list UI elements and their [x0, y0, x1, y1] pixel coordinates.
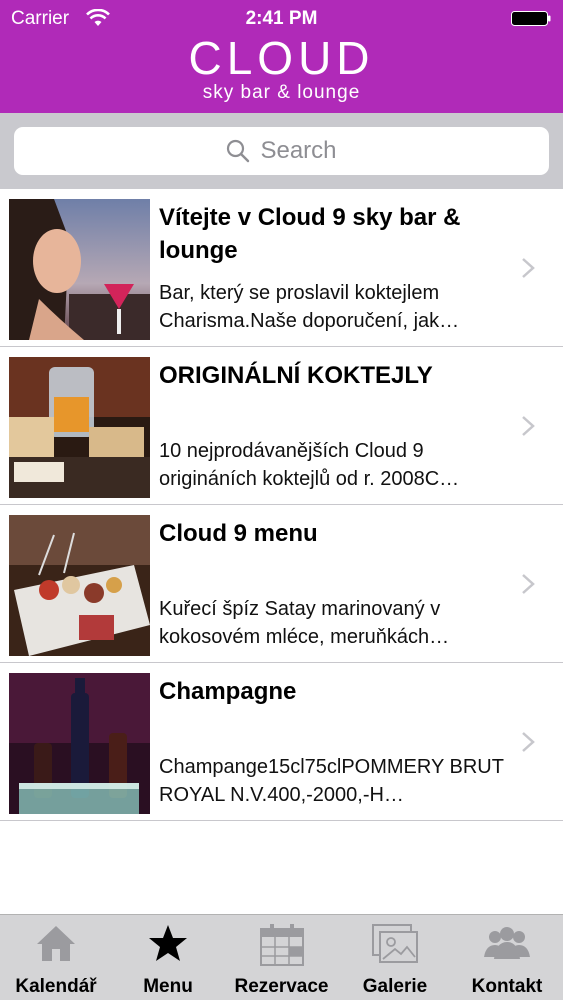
thumbnail-cocktails-table: [9, 357, 150, 498]
chevron-right-icon: [522, 258, 535, 278]
list-item[interactable]: ORIGINÁLNÍ KOKTEJLY 10 nejprodávanějších…: [0, 347, 563, 505]
chevron-right-icon: [522, 574, 535, 594]
thumbnail-food-skewers: [9, 515, 150, 656]
list-item-title: Champagne: [159, 678, 297, 705]
home-icon: [37, 926, 75, 961]
tab-label: Galerie: [362, 976, 428, 997]
list-item[interactable]: Champagne Champange15cl75clPOMMERY BRUT …: [0, 663, 563, 821]
cloud-logo: CLOUD sky bar & lounge: [0, 32, 563, 104]
tab-bar: Kalendář Menu Rezervace Galerie Kontakt: [0, 914, 563, 1000]
search-input[interactable]: Search: [14, 127, 549, 175]
list-item-description: Champange15cl75clPOMMERY BRUT ROYAL N.V.…: [159, 756, 504, 806]
star-icon: [149, 925, 187, 961]
battery-icon: [511, 11, 551, 26]
tab-label: Kontakt: [471, 976, 543, 997]
thumbnail-champagne-bottles: [9, 673, 150, 814]
app-header: Carrier 2:41 PM CLOUD sky bar & lounge: [0, 0, 563, 113]
list-item-title: ORIGINÁLNÍ KOKTEJLY: [159, 362, 433, 389]
logo-wordmark: CLOUD: [188, 32, 375, 84]
list-item[interactable]: Cloud 9 menu Kuřecí špíz Satay marinovan…: [0, 505, 563, 663]
list-item-description: Kuřecí špíz Satay marinovaný v kokosovém…: [159, 598, 450, 648]
tab-kontakt[interactable]: Kontakt: [451, 915, 563, 1000]
thumbnail-woman-cocktail: [9, 199, 150, 340]
tab-label: Kalendář: [15, 976, 97, 997]
search-bar-area: Search: [0, 113, 563, 189]
tab-kalendar[interactable]: Kalendář: [0, 915, 112, 1000]
chevron-right-icon: [522, 732, 535, 752]
calendar-icon: [259, 924, 304, 966]
list-item[interactable]: Vítejte v Cloud 9 sky bar & lounge Bar, …: [0, 189, 563, 347]
list-item-title: Vítejte v Cloud 9 sky bar & lounge: [159, 204, 461, 264]
search-icon: [227, 139, 250, 163]
people-icon: [484, 927, 530, 959]
tab-menu[interactable]: Menu: [112, 915, 224, 1000]
tab-label: Menu: [143, 976, 193, 997]
search-placeholder: Search: [260, 137, 337, 164]
list-item-description: Bar, který se proslavil koktejlem Charis…: [159, 282, 460, 332]
status-time: 2:41 PM: [245, 8, 318, 29]
gallery-icon: [372, 924, 418, 963]
tab-galerie[interactable]: Galerie: [339, 915, 451, 1000]
article-list: Vítejte v Cloud 9 sky bar & lounge Bar, …: [0, 189, 563, 821]
list-item-description: 10 nejprodávanějších Cloud 9 origináních…: [159, 440, 460, 490]
status-bar: Carrier 2:41 PM: [0, 0, 563, 36]
chevron-right-icon: [522, 416, 535, 436]
logo-tagline: sky bar & lounge: [202, 82, 361, 103]
tab-label: Rezervace: [234, 976, 329, 997]
tab-rezervace[interactable]: Rezervace: [224, 915, 339, 1000]
list-item-title: Cloud 9 menu: [159, 520, 318, 547]
